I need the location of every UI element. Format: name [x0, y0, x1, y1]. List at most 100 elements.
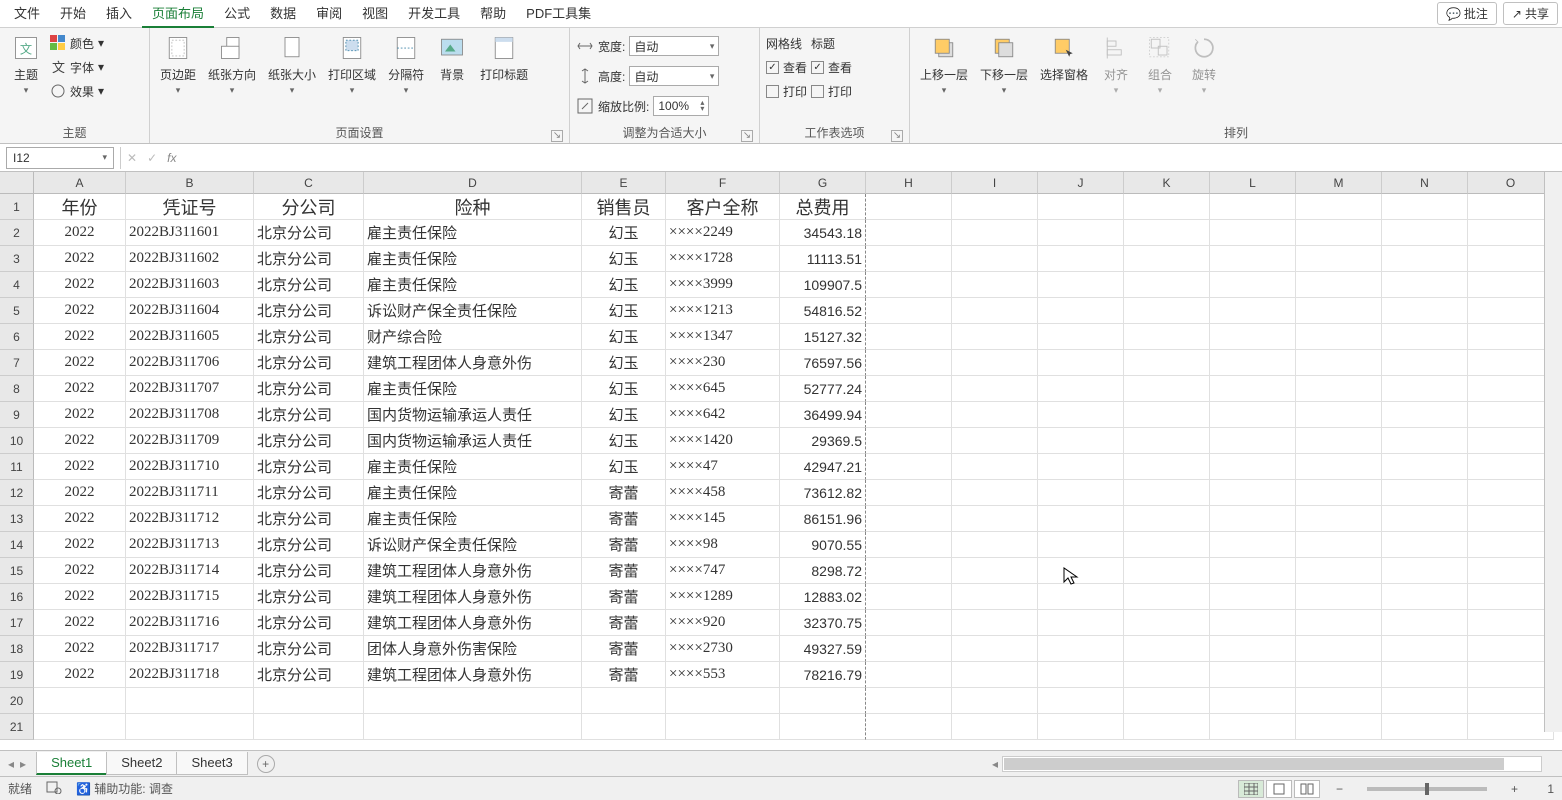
cell[interactable] [1124, 662, 1210, 688]
cell[interactable]: 78216.79 [780, 662, 866, 688]
cell[interactable] [1210, 194, 1296, 220]
cell[interactable] [1382, 662, 1468, 688]
cell[interactable] [1124, 220, 1210, 246]
cell[interactable] [1382, 428, 1468, 454]
column-header[interactable]: O [1468, 172, 1554, 194]
cell[interactable] [1382, 532, 1468, 558]
cell[interactable] [1382, 402, 1468, 428]
cell[interactable]: 雇主责任保险 [364, 506, 582, 532]
share-button[interactable]: ↗共享 [1503, 2, 1558, 25]
cell[interactable]: 76597.56 [780, 350, 866, 376]
cell[interactable]: 北京分公司 [254, 220, 364, 246]
enter-formula-icon[interactable]: ✓ [147, 151, 157, 165]
cell[interactable]: 幻玉 [582, 350, 666, 376]
macro-record-icon[interactable] [46, 780, 62, 797]
cell[interactable] [1468, 402, 1554, 428]
cell[interactable] [1210, 636, 1296, 662]
cell[interactable] [1038, 324, 1124, 350]
cell[interactable]: 2022BJ311603 [126, 272, 254, 298]
column-header[interactable]: L [1210, 172, 1296, 194]
cell[interactable] [1124, 350, 1210, 376]
cell[interactable]: ××××2730 [666, 636, 780, 662]
cell[interactable] [1296, 584, 1382, 610]
dialog-launcher-icon[interactable]: ↘ [891, 130, 903, 142]
row-header[interactable]: 11 [0, 454, 34, 480]
cell[interactable] [1210, 558, 1296, 584]
row-header[interactable]: 12 [0, 480, 34, 506]
cell[interactable]: 2022BJ311715 [126, 584, 254, 610]
cell[interactable]: 北京分公司 [254, 428, 364, 454]
cell[interactable] [1038, 454, 1124, 480]
cell[interactable] [1468, 688, 1554, 714]
cell[interactable]: 15127.32 [780, 324, 866, 350]
cell[interactable] [1382, 688, 1468, 714]
cell[interactable]: 建筑工程团体人身意外伤 [364, 610, 582, 636]
cell[interactable]: 2022BJ311713 [126, 532, 254, 558]
cell[interactable]: 团体人身意外伤害保险 [364, 636, 582, 662]
cell[interactable] [1468, 558, 1554, 584]
menu-item-3[interactable]: 页面布局 [142, 0, 214, 28]
cell[interactable]: 2022 [34, 350, 126, 376]
cell[interactable] [1210, 662, 1296, 688]
cell[interactable]: 北京分公司 [254, 324, 364, 350]
cell[interactable] [866, 480, 952, 506]
cell[interactable] [1296, 480, 1382, 506]
cell[interactable] [1210, 298, 1296, 324]
cell[interactable]: 2022BJ311605 [126, 324, 254, 350]
cell[interactable] [1296, 610, 1382, 636]
cell[interactable]: 2022BJ311602 [126, 246, 254, 272]
cell[interactable] [1382, 298, 1468, 324]
cell[interactable] [1038, 506, 1124, 532]
cell[interactable]: ××××642 [666, 402, 780, 428]
cell[interactable]: 2022 [34, 376, 126, 402]
cell[interactable]: 2022BJ311718 [126, 662, 254, 688]
align-button[interactable]: 对齐▾ [1096, 30, 1136, 98]
row-header[interactable]: 4 [0, 272, 34, 298]
cell[interactable]: 凭证号 [126, 194, 254, 220]
cell[interactable] [1124, 636, 1210, 662]
cell[interactable] [1124, 454, 1210, 480]
cell[interactable] [952, 324, 1038, 350]
menu-item-4[interactable]: 公式 [214, 0, 260, 28]
hscroll-left-arrow[interactable]: ◂ [992, 757, 998, 771]
row-header[interactable]: 15 [0, 558, 34, 584]
orientation-button[interactable]: 纸张方向▾ [204, 30, 260, 98]
menu-item-7[interactable]: 视图 [352, 0, 398, 28]
print-titles-button[interactable]: 打印标题 [476, 30, 532, 85]
cell[interactable] [1468, 194, 1554, 220]
cell[interactable]: 49327.59 [780, 636, 866, 662]
cell[interactable] [1296, 324, 1382, 350]
cell[interactable]: 12883.02 [780, 584, 866, 610]
cell[interactable] [1210, 532, 1296, 558]
cell[interactable] [1124, 402, 1210, 428]
cell[interactable] [1038, 194, 1124, 220]
cell[interactable]: 北京分公司 [254, 532, 364, 558]
cell[interactable] [1210, 376, 1296, 402]
cell[interactable]: 9070.55 [780, 532, 866, 558]
margins-button[interactable]: 页边距▾ [156, 30, 200, 98]
cell[interactable]: ××××645 [666, 376, 780, 402]
cell[interactable] [952, 298, 1038, 324]
background-button[interactable]: 背景 [432, 30, 472, 85]
cell[interactable] [866, 584, 952, 610]
cell[interactable]: 雇主责任保险 [364, 376, 582, 402]
cell[interactable]: 分公司 [254, 194, 364, 220]
select-all-corner[interactable] [0, 172, 34, 194]
cell[interactable] [1382, 636, 1468, 662]
cell[interactable] [1210, 688, 1296, 714]
cell[interactable] [952, 480, 1038, 506]
cell[interactable]: 客户全称 [666, 194, 780, 220]
cell[interactable]: 北京分公司 [254, 610, 364, 636]
vertical-scrollbar[interactable] [1544, 172, 1562, 732]
cell[interactable] [1296, 662, 1382, 688]
cell[interactable] [952, 246, 1038, 272]
cell[interactable] [254, 714, 364, 740]
cell[interactable] [1468, 298, 1554, 324]
cell[interactable] [1468, 662, 1554, 688]
cell[interactable] [1124, 688, 1210, 714]
cell[interactable]: 2022 [34, 298, 126, 324]
zoom-in-button[interactable]: + [1509, 782, 1520, 796]
cell[interactable]: 北京分公司 [254, 558, 364, 584]
cell[interactable] [1468, 584, 1554, 610]
cell[interactable]: 幻玉 [582, 324, 666, 350]
